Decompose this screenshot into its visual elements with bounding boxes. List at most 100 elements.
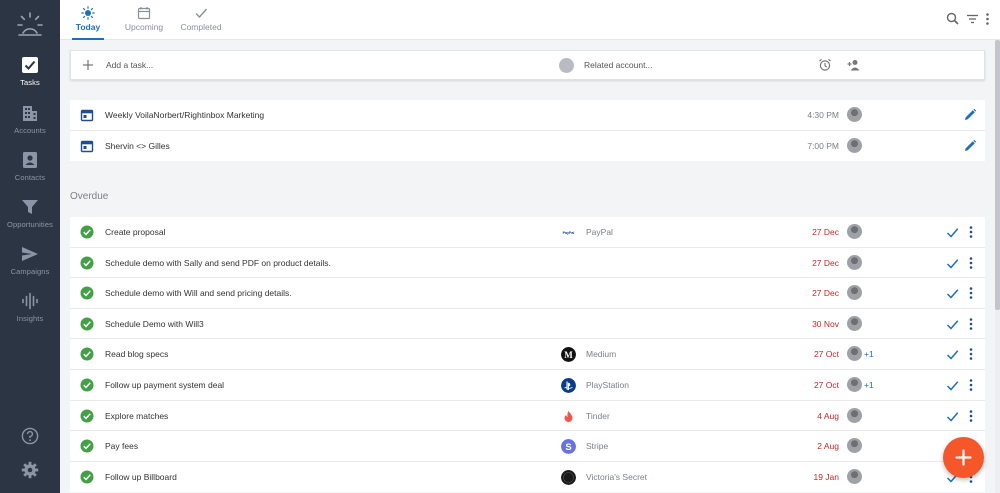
avatar[interactable] [847,107,862,122]
plus-icon[interactable] [81,58,95,72]
task-title: Schedule Demo with Will3 [105,318,204,329]
green-check-circle-icon[interactable] [80,439,94,453]
account-avatar-placeholder [559,58,574,73]
plus-icon [955,449,972,466]
app-logo-icon[interactable] [15,10,45,40]
list-item[interactable]: Schedule Demo with Will3 30 Nov [70,308,985,340]
top-actions [944,12,990,26]
related-account-input[interactable]: Related account... [584,60,653,70]
check-icon[interactable] [946,410,959,423]
tab-upcoming[interactable]: Upcoming [122,0,166,40]
pencil-edit-icon[interactable] [963,108,977,122]
task-title: Schedule demo with Sally and send PDF on… [105,257,331,268]
assign-person-icon[interactable] [847,58,861,72]
calendar-icon [137,7,151,20]
sidebar-item-label: Opportunities [7,220,53,229]
add-task-input[interactable]: Add a task... [106,60,153,70]
check-icon[interactable] [946,226,959,239]
more-vertical-icon[interactable] [968,409,974,423]
avatar[interactable] [847,224,862,239]
alarm-clock-icon[interactable] [818,58,832,72]
task-due-date: 2 Aug [817,441,839,452]
company-name[interactable]: Victoria's Secret [586,472,647,482]
green-check-circle-icon[interactable] [80,286,94,300]
task-title: Shervin <> Gilles [105,140,170,151]
tab-label: Completed [180,22,222,32]
company-name[interactable]: PayPal [586,227,613,237]
sidebar-item-insights[interactable]: Insights [0,292,60,338]
svg-text:PayPal: PayPal [563,231,575,235]
avatar[interactable] [847,376,862,392]
sidebar-item-opportunities[interactable]: Opportunities [0,198,60,244]
task-title: Read blog specs [105,349,169,360]
pencil-edit-icon[interactable] [963,139,977,153]
avatar[interactable] [847,346,862,362]
check-icon[interactable] [946,287,959,300]
task-due-date: 4 Aug [817,410,839,421]
green-check-circle-icon[interactable] [80,317,94,331]
company-name[interactable]: Medium [586,349,616,359]
help-icon[interactable] [21,427,39,445]
sidebar-item-accounts[interactable]: Accounts [0,104,60,150]
task-time: 4:30 PM [807,110,839,120]
green-check-circle-icon[interactable] [80,347,94,361]
list-item[interactable]: Shervin <> Gilles 7:00 PM [70,130,985,162]
more-vertical-icon[interactable] [968,225,974,239]
check-icon[interactable] [946,348,959,361]
scrollbar[interactable] [995,40,1000,493]
more-vertical-icon[interactable] [968,317,974,331]
add-task-fab-button[interactable] [943,437,984,478]
task-time: 7:00 PM [807,140,839,151]
avatar[interactable] [847,315,862,331]
more-vertical-icon[interactable] [968,286,974,300]
avatar[interactable] [847,254,862,270]
sidebar-item-tasks[interactable]: Tasks [0,56,60,102]
sidebar-item-campaigns[interactable]: Campaigns [0,245,60,291]
company-name[interactable]: PlayStation [586,380,629,390]
green-check-circle-icon[interactable] [80,225,94,239]
more-vertical-icon[interactable] [968,378,974,392]
check-icon[interactable] [946,318,959,331]
more-vertical-icon[interactable] [985,12,990,26]
list-item[interactable]: Schedule demo with Will and send pricing… [70,278,985,309]
avatar[interactable] [847,137,862,153]
tab-today[interactable]: Today [72,0,104,40]
green-check-circle-icon[interactable] [80,378,94,392]
avatar[interactable] [847,468,862,484]
list-item[interactable]: Read blog specs M Medium 27 Oct +1 [70,339,985,370]
tab-completed[interactable]: Completed [177,0,225,40]
list-item[interactable]: Follow up Billboard Victoria's Secret 19… [70,461,985,493]
avatar[interactable] [847,438,862,454]
list-item[interactable]: Explore matches Tinder 4 Aug [70,400,985,432]
company-name[interactable]: Stripe [586,441,608,451]
check-icon[interactable] [946,257,959,270]
sidebar-item-contacts[interactable]: Contacts [0,151,60,197]
more-vertical-icon[interactable] [968,347,974,361]
building-icon [23,106,37,121]
paypal-logo-icon: PayPal [561,230,576,235]
green-check-circle-icon[interactable] [80,470,94,484]
avatar[interactable] [847,407,862,423]
list-item[interactable]: Schedule demo with Sally and send PDF on… [70,247,985,279]
company-name[interactable]: Tinder [586,411,610,421]
green-check-circle-icon[interactable] [80,256,94,270]
settings-gear-icon[interactable] [21,461,39,479]
task-due-date: 27 Oct [813,349,839,360]
list-item[interactable]: Weekly VoilaNorbert/Rightinbox Marketing… [70,100,985,131]
more-vertical-icon[interactable] [968,256,974,270]
scrollbar-thumb[interactable] [995,40,1000,310]
list-item[interactable]: Create proposal PayPal PayPal 27 Dec [70,217,985,248]
task-title: Create proposal [105,227,166,237]
green-check-circle-icon[interactable] [80,409,94,423]
sidebar-item-label: Contacts [14,173,46,182]
task-due-date: 27 Dec [812,288,839,299]
sun-icon [81,6,95,20]
filter-icon[interactable] [966,12,979,26]
search-icon[interactable] [946,12,959,26]
extra-assignees-count[interactable]: +1 [864,349,874,359]
avatar[interactable] [847,285,862,301]
check-icon[interactable] [946,379,959,392]
list-item[interactable]: Follow up payment system deal PlayStatio… [70,369,985,401]
extra-assignees-count[interactable]: +1 [864,380,874,390]
list-item[interactable]: Pay fees S Stripe 2 Aug [70,431,985,462]
